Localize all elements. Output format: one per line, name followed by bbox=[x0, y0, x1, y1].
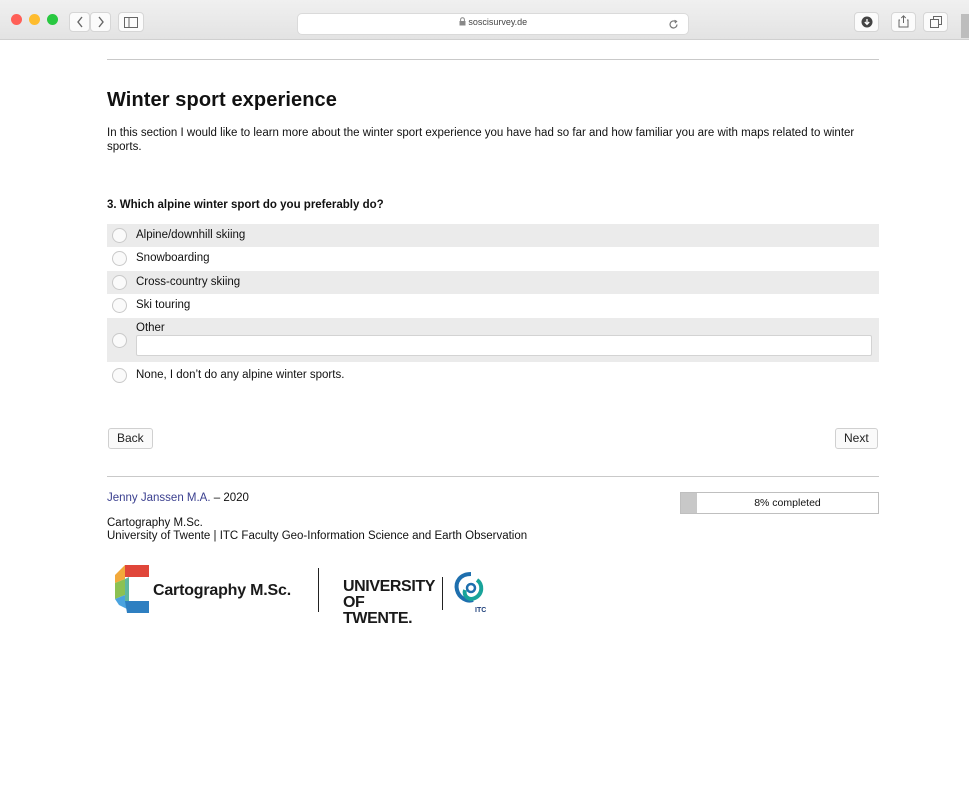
lock-icon bbox=[459, 17, 466, 26]
minimize-window-button[interactable] bbox=[29, 14, 40, 25]
radio-button[interactable] bbox=[112, 251, 127, 266]
top-divider bbox=[107, 59, 879, 60]
option-cross-country-skiing[interactable]: Cross-country skiing bbox=[107, 271, 879, 294]
ut-logo-line1: UNIVERSITY bbox=[343, 578, 436, 595]
university-of-twente-logo: UNIVERSITY OF TWENTE. bbox=[343, 579, 435, 627]
option-ski-touring[interactable]: Ski touring bbox=[107, 294, 879, 317]
logo-separator bbox=[442, 577, 443, 610]
option-label: Snowboarding bbox=[136, 252, 210, 264]
itc-logo-icon: ITC bbox=[454, 572, 486, 614]
author-link[interactable]: Jenny Janssen M.A. bbox=[107, 492, 211, 504]
forward-nav-button[interactable] bbox=[90, 12, 111, 32]
program-name: Cartography M.Sc. bbox=[107, 517, 203, 529]
radio-button[interactable] bbox=[112, 333, 127, 348]
institution-name: University of Twente | ITC Faculty Geo-I… bbox=[107, 530, 528, 542]
logo-separator bbox=[318, 568, 319, 612]
page-title: Winter sport experience bbox=[107, 89, 337, 111]
zoom-window-button[interactable] bbox=[47, 14, 58, 25]
download-icon bbox=[861, 16, 872, 28]
chevron-right-icon bbox=[97, 16, 104, 28]
radio-button[interactable] bbox=[112, 368, 127, 383]
option-alpine-skiing[interactable]: Alpine/downhill skiing bbox=[107, 224, 879, 247]
tabs-overview-button[interactable] bbox=[923, 12, 948, 32]
progress-text: 8% completed bbox=[754, 497, 821, 509]
sidebar-icon bbox=[124, 17, 138, 28]
progress-bar: 8% completed bbox=[680, 492, 879, 514]
option-label: None, I don’t do any alpine winter sport… bbox=[136, 369, 345, 381]
share-button[interactable] bbox=[891, 12, 916, 32]
author-line: Jenny Janssen M.A. – 2020 bbox=[107, 492, 249, 504]
option-label: Alpine/downhill skiing bbox=[136, 229, 246, 241]
option-other[interactable]: Other bbox=[107, 318, 879, 362]
itc-logo-text: ITC bbox=[475, 607, 486, 614]
option-label: Cross-country skiing bbox=[136, 276, 241, 288]
option-snowboarding[interactable]: Snowboarding bbox=[107, 247, 879, 270]
ut-logo-line2: OF TWENTE. bbox=[343, 594, 413, 627]
option-label: Ski touring bbox=[136, 299, 191, 311]
section-intro: In this section I would like to learn mo… bbox=[107, 127, 855, 153]
address-url: soscisurvey.de bbox=[468, 17, 528, 27]
other-text-input[interactable] bbox=[136, 335, 872, 356]
close-window-button[interactable] bbox=[11, 14, 22, 25]
downloads-button[interactable] bbox=[854, 12, 879, 32]
author-year: – 2020 bbox=[210, 492, 249, 504]
question-text: 3. Which alpine winter sport do you pref… bbox=[107, 199, 384, 211]
radio-button[interactable] bbox=[112, 228, 127, 243]
window-edge bbox=[961, 14, 969, 38]
radio-button[interactable] bbox=[112, 298, 127, 313]
program-info: Cartography M.Sc. University of Twente |… bbox=[107, 517, 527, 543]
cartography-logo-text: Cartography M.Sc. bbox=[153, 582, 291, 599]
next-button[interactable]: Next bbox=[835, 428, 878, 449]
cartography-logo-icon bbox=[115, 565, 149, 613]
back-button[interactable]: Back bbox=[108, 428, 153, 449]
share-icon bbox=[898, 15, 909, 28]
back-nav-button[interactable] bbox=[69, 12, 90, 32]
reload-icon[interactable] bbox=[668, 19, 679, 30]
address-bar[interactable]: soscisurvey.de bbox=[297, 13, 689, 35]
tabs-icon bbox=[929, 16, 942, 28]
chevron-left-icon bbox=[76, 16, 83, 28]
progress-fill bbox=[681, 493, 697, 513]
sidebar-toggle-button[interactable] bbox=[118, 12, 144, 32]
browser-toolbar: soscisurvey.de bbox=[0, 0, 969, 40]
option-none[interactable]: None, I don’t do any alpine winter sport… bbox=[107, 364, 879, 387]
radio-button[interactable] bbox=[112, 275, 127, 290]
option-label: Other bbox=[136, 322, 165, 334]
footer-divider bbox=[107, 476, 879, 477]
